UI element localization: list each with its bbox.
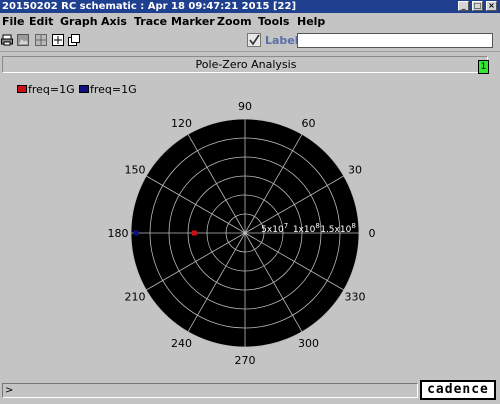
angle-tick-label: 0 <box>369 227 376 240</box>
minimize-icon[interactable]: _ <box>458 1 469 11</box>
angle-tick-label: 300 <box>298 337 319 350</box>
angle-tick-label: 330 <box>344 291 365 304</box>
menu-file[interactable]: File <box>2 13 25 30</box>
polar-background <box>131 119 359 347</box>
image-icon[interactable] <box>17 34 29 46</box>
label-checkbox[interactable] <box>247 33 261 47</box>
graph-title: Pole-Zero Analysis <box>195 58 297 71</box>
cadence-logo: cadence <box>420 380 496 400</box>
printer-icon[interactable] <box>1 34 13 46</box>
angle-tick-label: 240 <box>171 337 192 350</box>
grid-icon[interactable] <box>35 34 47 46</box>
menu-trace[interactable]: Trace <box>134 13 167 30</box>
menu-axis[interactable]: Axis <box>101 13 127 30</box>
command-prompt: > <box>5 385 14 396</box>
polar-ring <box>206 194 284 272</box>
angle-tick-label: 270 <box>235 354 256 367</box>
menu-help[interactable]: Help <box>297 13 325 30</box>
menu-bar: File Edit Graph Axis Trace Marker Zoom T… <box>0 13 500 30</box>
close-icon[interactable]: × <box>486 1 497 11</box>
menu-edit[interactable]: Edit <box>29 13 53 30</box>
radial-tick-label: 1x108 <box>293 222 320 235</box>
polar-spoke <box>244 232 303 332</box>
polar-spoke <box>187 134 246 234</box>
window-title: 20150202 RC schematic : Apr 18 09:47:21 … <box>2 1 297 12</box>
toolbar: Label <box>0 30 500 52</box>
polar-spoke <box>146 232 246 291</box>
command-input[interactable]: > <box>2 383 418 398</box>
legend-item[interactable]: freq=1G <box>79 83 149 96</box>
graph-header: Pole-Zero Analysis <box>2 56 488 73</box>
angle-tick-label: 90 <box>238 100 252 113</box>
label-input[interactable] <box>297 33 493 48</box>
maximize-icon[interactable]: □ <box>472 1 483 11</box>
angle-tick-label: 60 <box>302 117 316 130</box>
legend-swatch-red <box>17 85 27 93</box>
angle-tick-label: 180 <box>108 227 129 240</box>
angle-tick-label: 30 <box>348 164 362 177</box>
polar-spoke <box>244 134 303 234</box>
new-window-icon[interactable] <box>68 34 80 46</box>
window-title-bar[interactable]: 20150202 RC schematic : Apr 18 09:47:21 … <box>0 0 500 13</box>
angle-tick-label: 150 <box>125 164 146 177</box>
menu-tools[interactable]: Tools <box>258 13 289 30</box>
pole-marker <box>133 230 139 236</box>
graph-number-badge[interactable]: 1 <box>478 60 489 74</box>
legend-swatch-blue <box>79 85 89 93</box>
angle-tick-label: 120 <box>171 117 192 130</box>
polar-spoke <box>187 232 246 332</box>
polar-ring <box>168 156 322 310</box>
zoom-fit-icon[interactable] <box>52 34 64 46</box>
polar-spoke <box>244 175 344 234</box>
polar-ring <box>130 118 360 348</box>
legend-item[interactable]: freq=1G <box>17 83 87 96</box>
angle-tick-label: 210 <box>125 291 146 304</box>
legend-label: freq=1G <box>28 83 75 96</box>
polar-ring <box>225 213 265 253</box>
polar-ring <box>149 137 341 329</box>
pole-marker <box>191 230 197 236</box>
polar-spoke <box>244 232 344 291</box>
radial-tick-label: 1.5x108 <box>320 222 356 235</box>
menu-graph[interactable]: Graph <box>60 13 98 30</box>
polar-spoke <box>146 175 246 234</box>
menu-zoom[interactable]: Zoom <box>217 13 252 30</box>
checkmark-icon <box>249 34 260 46</box>
legend-label: freq=1G <box>90 83 137 96</box>
menu-marker[interactable]: Marker <box>171 13 215 30</box>
label-caption: Label <box>265 34 299 47</box>
polar-ring <box>187 175 303 291</box>
radial-tick-label: 5x107 <box>261 222 288 235</box>
